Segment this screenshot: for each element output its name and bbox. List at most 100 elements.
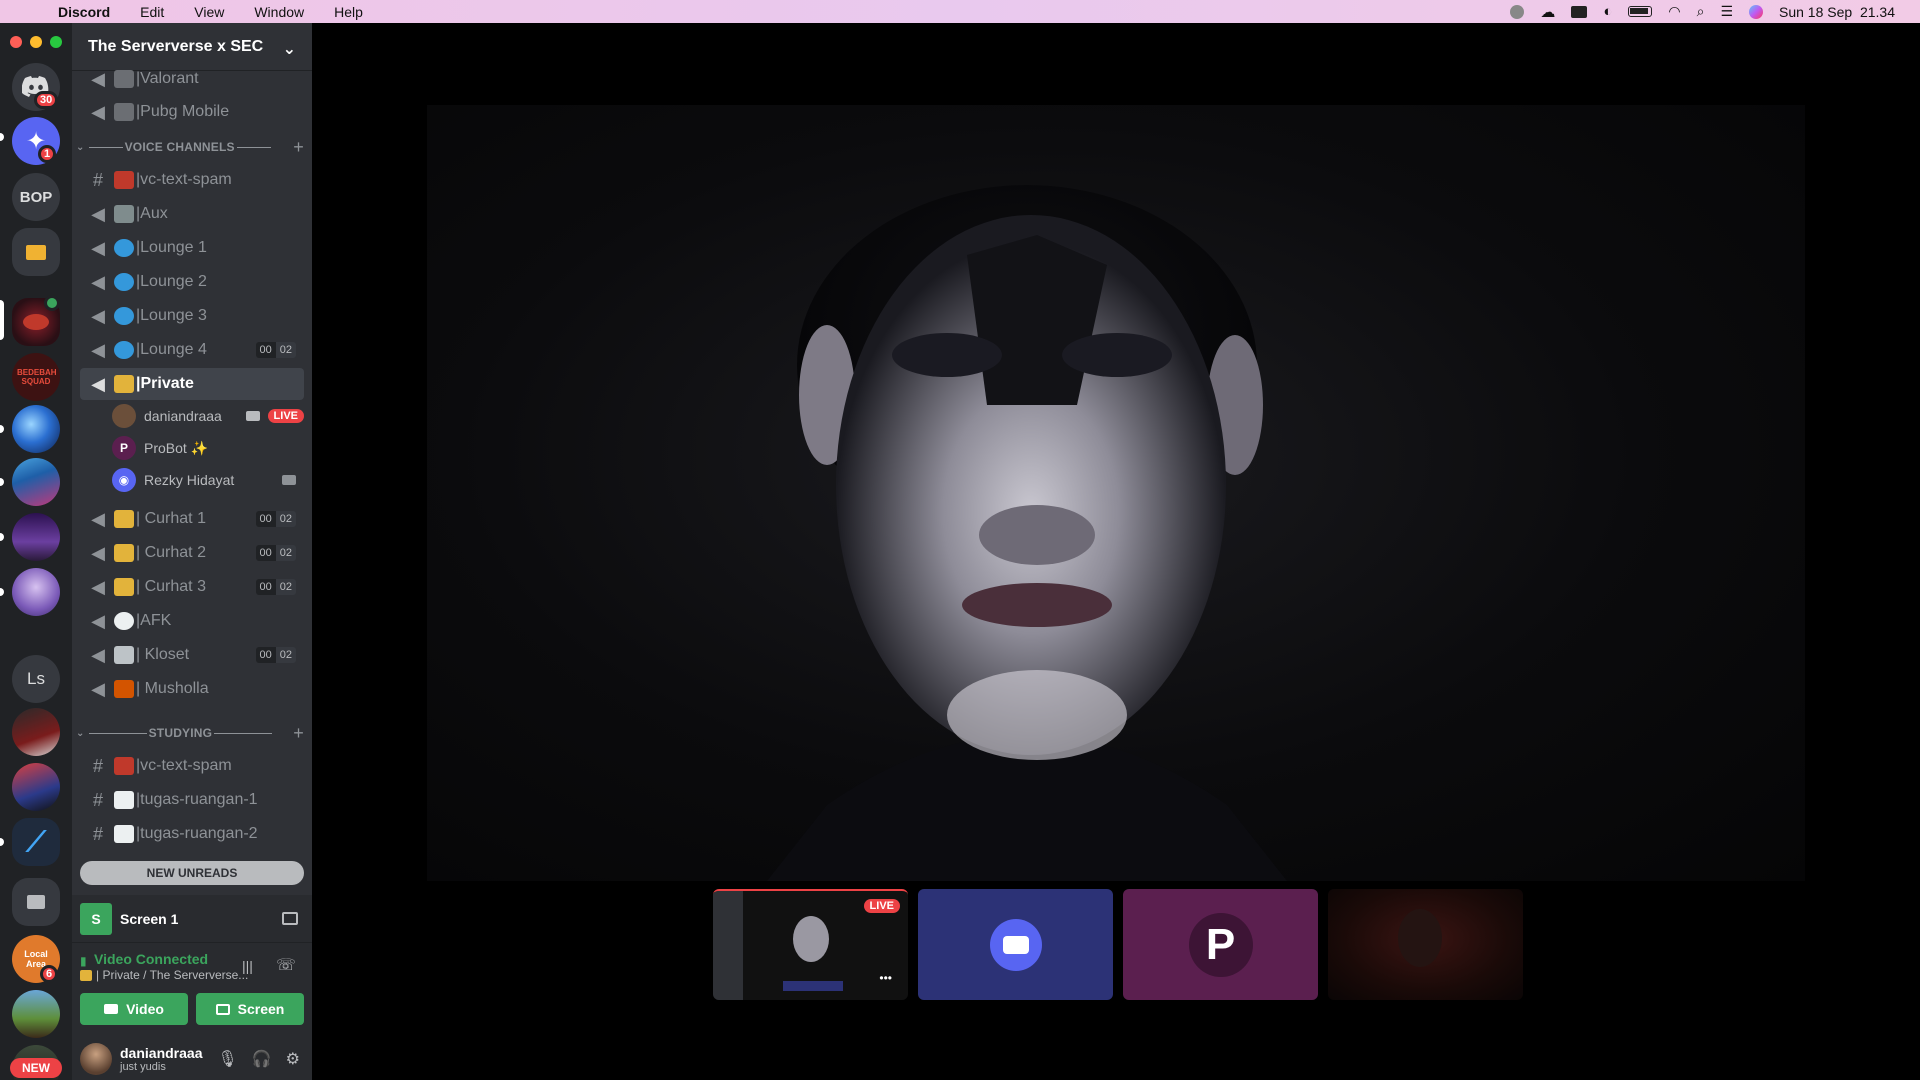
channel-aux[interactable]: ◀ |Aux	[80, 198, 304, 230]
screen-button[interactable]: Screen	[196, 993, 304, 1025]
channel-curhat-3[interactable]: ◀ | Curhat 3 00 02	[80, 571, 304, 603]
headphones-icon[interactable]: 🎧	[252, 1049, 272, 1069]
siri-icon[interactable]	[1749, 4, 1763, 19]
user-limit: 00 02	[255, 579, 296, 595]
server-icon-minecraft[interactable]	[12, 990, 60, 1038]
channel-pubg-mobile[interactable]: ◀ |Pubg Mobile	[80, 96, 304, 128]
voice-user-rezky-hidayat[interactable]: ◉ Rezky Hidayat	[112, 465, 304, 495]
folder-icon	[26, 244, 46, 260]
screen-button-label: Screen	[237, 1001, 285, 1017]
participant-tile-webcam[interactable]	[1328, 889, 1523, 1000]
channel-lounge-2[interactable]: ◀ |Lounge 2	[80, 266, 304, 298]
microphone-icon[interactable]: 🎙	[217, 1049, 237, 1069]
category-voice-channels[interactable]: ⌄ VOICE CHANNELS +	[76, 137, 304, 157]
channel-lounge-1[interactable]: ◀ |Lounge 1	[80, 232, 304, 264]
voice-user-daniandraaa[interactable]: daniandraaa LIVE	[112, 401, 304, 431]
disconnect-icon[interactable]: ☏	[276, 955, 296, 975]
flutter-logo-icon: ⟋	[26, 825, 46, 857]
channel-private[interactable]: ◀ |Private	[80, 368, 304, 400]
speaker-icon: ◀	[91, 339, 105, 360]
connection-location[interactable]: | Private / The Serververse...	[96, 968, 248, 982]
menu-edit[interactable]: Edit	[140, 4, 164, 20]
server-icon-mech[interactable]	[12, 763, 60, 811]
channel-label: | Musholla	[136, 680, 209, 697]
connection-status[interactable]: Video Connected	[94, 951, 208, 967]
hashtag-icon: #	[92, 169, 103, 190]
control-center-icon[interactable]: ☰	[1720, 3, 1733, 20]
server-icon-ls[interactable]: Ls	[12, 655, 60, 703]
camera-icon	[245, 411, 260, 421]
add-channel-icon[interactable]: +	[293, 137, 304, 158]
menu-window[interactable]: Window	[254, 4, 304, 20]
user-limit: 00 02	[255, 545, 296, 561]
app-tray-icon[interactable]: ◐	[1603, 3, 1612, 20]
stream-preview-sidebar	[713, 891, 743, 1000]
channel-curhat-1[interactable]: ◀ | Curhat 1 00 02	[80, 503, 304, 535]
globe-emoji-icon	[114, 307, 134, 325]
speaker-icon: ◀	[91, 203, 105, 224]
speaker-icon: ◀	[91, 610, 105, 631]
menu-app-name[interactable]: Discord	[58, 4, 110, 20]
globe-emoji-icon	[114, 239, 134, 257]
server-icon-bop[interactable]: BOP	[12, 173, 60, 221]
gear-icon[interactable]: ⚙	[286, 1049, 300, 1069]
keyboard-icon[interactable]	[1571, 5, 1588, 18]
noise-suppression-icon[interactable]: |||	[242, 958, 253, 974]
channel-tugas-ruangan-2[interactable]: # |tugas-ruangan-2	[80, 818, 304, 850]
window-zoom-button[interactable]	[50, 36, 62, 48]
server-unread-pill	[0, 478, 4, 486]
channel-lounge-4[interactable]: ◀ |Lounge 4 00 02	[80, 334, 304, 366]
main-video-feed[interactable]	[427, 105, 1805, 881]
new-unreads-button[interactable]: NEW UNREADS	[80, 861, 304, 885]
menu-clock[interactable]: Sun 18 Sep 21.34	[1779, 4, 1895, 20]
server-icon-hero[interactable]	[12, 708, 60, 756]
channel-study-vc-text-spam[interactable]: # |vc-text-spam	[80, 750, 304, 782]
user-limit-count: 02	[275, 647, 296, 663]
channel-sidebar: The Serververse x SEC ⌄ ◀ |Valorant ◀ |P…	[72, 23, 312, 1080]
channel-valorant[interactable]: ◀ |Valorant	[80, 63, 304, 95]
channel-curhat-2[interactable]: ◀ | Curhat 2 00 02	[80, 537, 304, 569]
participant-tile-probot[interactable]: P	[1123, 889, 1318, 1000]
channel-musholla[interactable]: ◀ | Musholla	[80, 673, 304, 705]
server-icon-blue-orb[interactable]	[12, 405, 60, 453]
creative-cloud-icon[interactable]: ☁	[1540, 3, 1555, 21]
channel-kloset[interactable]: ◀ | Kloset 00 02	[80, 639, 304, 671]
server-folder-2[interactable]	[12, 878, 60, 926]
screen-share-tile[interactable]: LIVE •••	[713, 889, 908, 1000]
stop-stream-icon[interactable]	[282, 912, 298, 925]
menu-view[interactable]: View	[194, 4, 224, 20]
dm-unread-badge: 30	[34, 91, 59, 109]
window-close-button[interactable]	[10, 36, 22, 48]
signal-icon: ▮	[80, 954, 87, 968]
wifi-icon[interactable]: ◠	[1668, 3, 1680, 20]
add-channel-icon[interactable]: +	[293, 723, 304, 744]
server-icon-flutter[interactable]: ⟋	[12, 818, 60, 866]
server-icon-anime[interactable]	[12, 568, 60, 616]
channel-vc-text-spam[interactable]: # |vc-text-spam	[80, 164, 304, 196]
speaker-icon: ◀	[91, 305, 105, 326]
participant-tile-rezky-hidayat[interactable]	[918, 889, 1113, 1000]
new-servers-badge[interactable]: NEW	[10, 1058, 62, 1078]
avatar[interactable]	[80, 1042, 112, 1075]
server-icon-pixel-city[interactable]	[12, 458, 60, 506]
channel-tugas-ruangan-1[interactable]: # |tugas-ruangan-1	[80, 784, 304, 816]
camera-icon	[282, 475, 296, 485]
record-indicator-icon[interactable]	[1510, 4, 1525, 19]
battery-icon[interactable]	[1628, 6, 1653, 17]
channel-lounge-3[interactable]: ◀ |Lounge 3	[80, 300, 304, 332]
menu-help[interactable]: Help	[334, 4, 363, 20]
spotlight-search-icon[interactable]: ⌕	[1697, 3, 1705, 20]
server-folder[interactable]	[12, 228, 60, 276]
speaker-icon: ◀	[91, 101, 105, 122]
category-studying[interactable]: ⌄ STUDYING +	[76, 723, 304, 743]
channel-afk[interactable]: ◀ |AFK	[80, 605, 304, 637]
server-icon-purple-city[interactable]	[12, 513, 60, 561]
voice-user-probot[interactable]: P ProBot ✨	[112, 433, 304, 463]
more-options-icon[interactable]: •••	[879, 971, 892, 985]
window-minimize-button[interactable]	[30, 36, 42, 48]
user-info[interactable]: daniandraaa just yudis	[120, 1045, 217, 1073]
server-unread-pill	[0, 838, 4, 846]
server-icon-bedebah-squad[interactable]: BEDEBAH SQUAD	[12, 353, 60, 401]
channel-label: |Private	[136, 375, 194, 392]
video-button[interactable]: Video	[80, 993, 188, 1025]
